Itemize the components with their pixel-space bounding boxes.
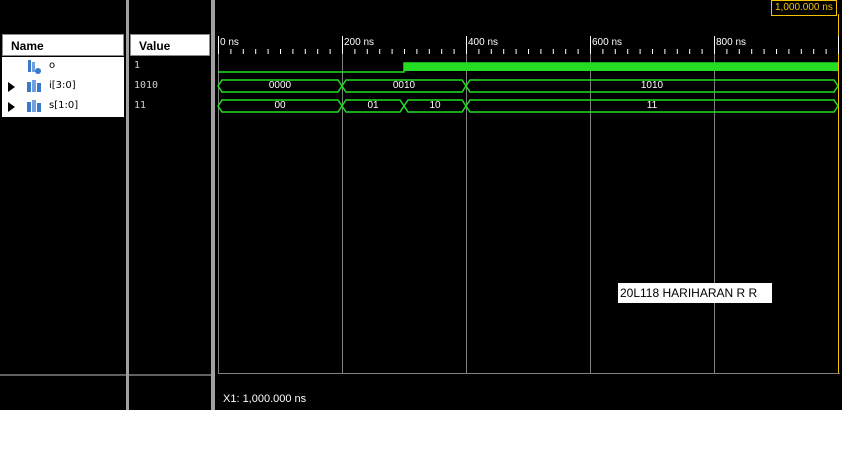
- waveform-traces: [217, 62, 839, 113]
- bus-i-value-label: 1010: [640, 80, 664, 91]
- bus-s-value-label: 01: [367, 100, 379, 111]
- cursor-readout: X1: 1,000.000 ns: [223, 393, 307, 405]
- bus-s-value-label: 10: [429, 100, 441, 111]
- signal-high-fill: [404, 63, 838, 71]
- bus-s-value-label: 00: [274, 100, 286, 111]
- bus-s-value-label: 11: [646, 100, 658, 111]
- annotation-label: 20L118 HARIHARAN R R: [618, 283, 772, 303]
- bus-i-value-label: 0000: [268, 80, 292, 91]
- bus-i-value-label: 0010: [392, 80, 416, 91]
